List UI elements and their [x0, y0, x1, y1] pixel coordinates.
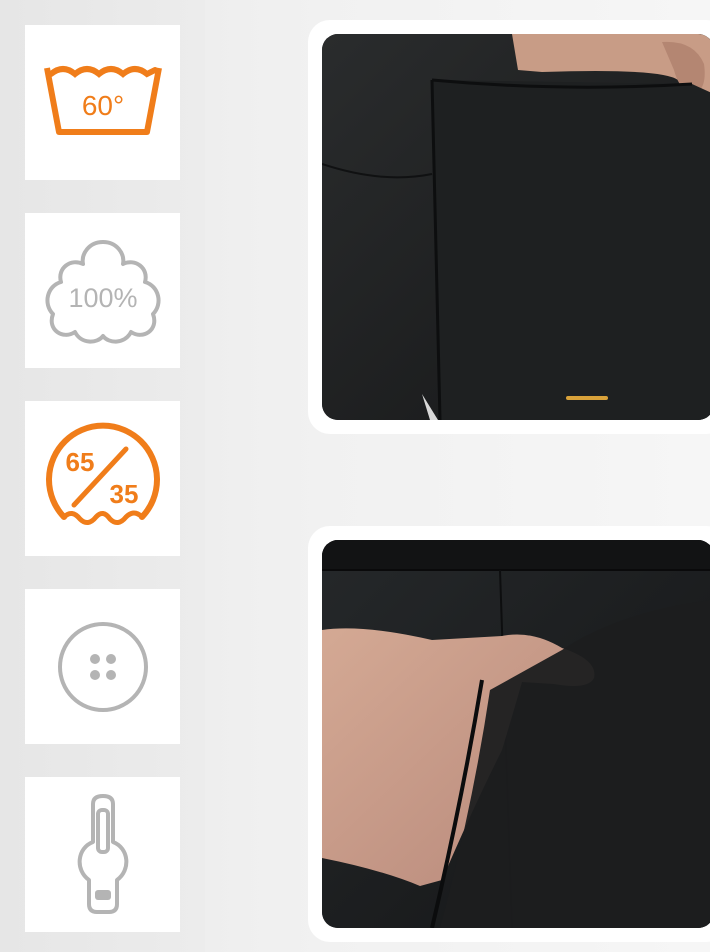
brand-logo	[566, 396, 608, 400]
blend-bottom-value: 35	[109, 479, 138, 509]
zipper-icon	[77, 793, 128, 914]
cotton-percent-label: 100%	[68, 283, 137, 313]
hand-in-pocket-illustration	[322, 540, 710, 928]
blend-top-value: 65	[65, 447, 94, 477]
photo-card-pocket	[308, 20, 710, 434]
button-icon	[57, 621, 148, 712]
blend-tile: 65 35	[25, 401, 180, 556]
wash-60-icon: 60°	[43, 65, 162, 135]
feature-sidebar: 60° 100% 65 35	[0, 0, 205, 952]
pocket-closeup-illustration	[322, 34, 710, 420]
cotton-tile: 100%	[25, 213, 180, 368]
button-tile	[25, 589, 180, 744]
shorts-pocket-closeup-photo	[322, 34, 710, 420]
zipper-tile	[25, 777, 180, 932]
blend-65-35-icon: 65 35	[45, 422, 160, 525]
photo-card-hand	[308, 526, 710, 942]
hand-in-pocket-photo	[322, 540, 710, 928]
wash-temp-label: 60°	[81, 90, 123, 121]
cotton-100-icon: 100%	[44, 239, 161, 343]
wash-tile: 60°	[25, 25, 180, 180]
